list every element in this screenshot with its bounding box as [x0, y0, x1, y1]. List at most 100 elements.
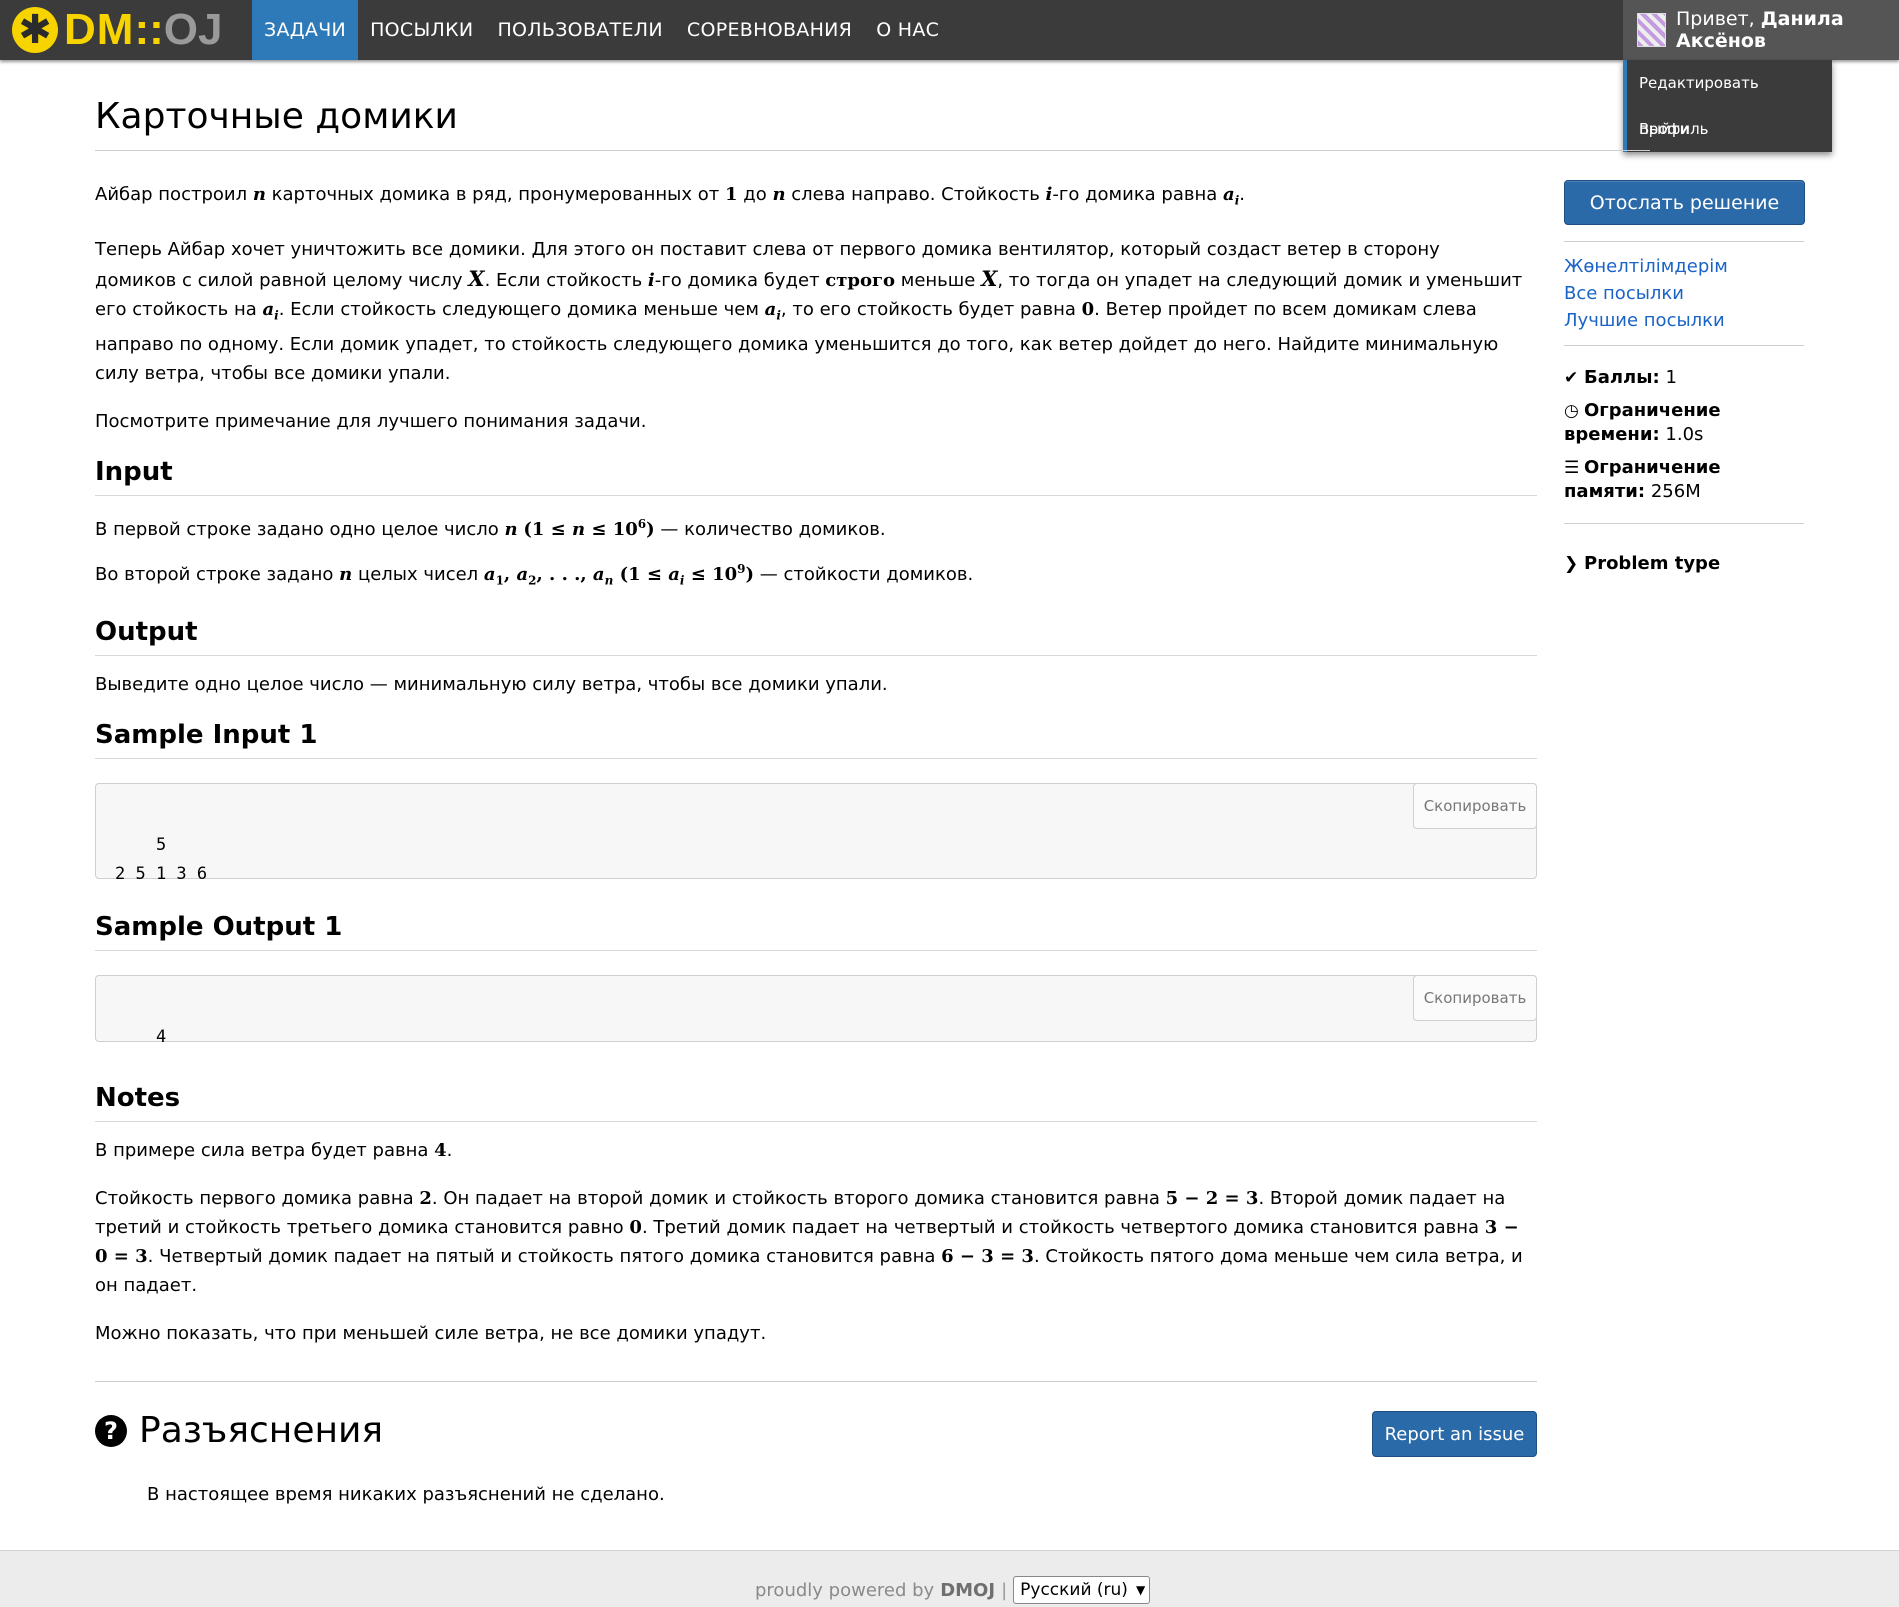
main-nav: ЗАДАЧИ ПОСЫЛКИ ПОЛЬЗОВАТЕЛИ СОРЕВНОВАНИЯ… — [252, 0, 951, 60]
clock-icon: ◷ — [1564, 401, 1579, 421]
text: целых чисел — [352, 564, 484, 586]
math-sub: 2 — [528, 573, 537, 588]
logo-dm: DM — [64, 5, 135, 54]
dmoj-link[interactable]: DMOJ — [940, 1580, 995, 1601]
edit-profile-link[interactable]: Редактировать профиль — [1627, 60, 1832, 138]
sidebar-divider — [1564, 523, 1804, 524]
time-limit-value: 1.0s — [1665, 424, 1704, 445]
statement-paragraph-3: Посмотрите примечание для лучшего понима… — [95, 411, 647, 433]
logout-link[interactable]: Выйти — [1627, 106, 1832, 152]
text: . Если стойкость следующего домика меньш… — [278, 298, 765, 320]
points-label: Баллы: — [1584, 367, 1660, 388]
report-issue-button[interactable]: Report an issue — [1372, 1411, 1537, 1457]
chevron-right-icon: ❯ — [1564, 554, 1579, 574]
math-exponent: 9 — [737, 562, 746, 577]
powered-by-text: proudly powered by — [755, 1579, 935, 1601]
sample-input-heading: Sample Input 1 — [95, 720, 1537, 759]
math-X: X — [981, 265, 998, 291]
text: до — [737, 184, 773, 205]
all-submissions-link[interactable]: Все посылки — [1564, 280, 1804, 307]
math-0: 0 — [1081, 298, 1095, 320]
sample-output-content: 4 — [155, 1026, 167, 1047]
submit-solution-button[interactable]: Отослать решение — [1564, 180, 1805, 225]
user-greeting: Привет, Данила Аксёнов — [1676, 8, 1899, 52]
copy-sample-output-button[interactable]: Скопировать — [1413, 974, 1537, 1021]
logo-oj: OJ — [163, 5, 223, 54]
server-icon: ☰ — [1564, 458, 1580, 478]
user-menu[interactable]: Привет, Данила Аксёнов — [1623, 0, 1899, 60]
text: . Он падает на второй домик и стойкость … — [431, 1187, 1166, 1209]
points-value: 1 — [1665, 367, 1677, 388]
site-logo[interactable]: ✱ DM :: OJ — [12, 5, 223, 54]
copy-sample-input-button[interactable]: Скопировать — [1413, 782, 1537, 829]
problem-type-toggle[interactable]: ❯ Problem type — [1564, 552, 1804, 576]
greeting-prefix: Привет, — [1676, 8, 1761, 30]
input-line-2: Во второй строке задано n целых чисел a1… — [95, 555, 1537, 596]
logo-separator: :: — [134, 5, 164, 54]
notes-heading: Notes — [95, 1083, 1537, 1122]
page-title: Карточные домики — [95, 96, 458, 137]
math-n: n — [504, 519, 518, 541]
nav-about[interactable]: О НАС — [864, 0, 951, 60]
text: карточных домика в ряд, пронумерованных … — [265, 184, 725, 205]
sample-output-box: 4 Скопировать — [95, 974, 1537, 1047]
text: . Если стойкость — [484, 269, 648, 291]
math-value: 4 — [434, 1139, 447, 1161]
check-icon: ✔ — [1564, 368, 1579, 388]
sidebar-links: Жөнелтілімдерім Все посылки Лучшие посыл… — [1564, 253, 1804, 334]
math-a: a — [592, 564, 605, 586]
math-range: (1 ≤ — [523, 519, 573, 541]
problem-sidebar: Отослать решение Жөнелтілімдерім Все пос… — [1564, 180, 1805, 576]
input-line-1: В первой строке задано одно целое число … — [95, 510, 1537, 544]
output-heading: Output — [95, 617, 1537, 656]
sample-output-heading: Sample Output 1 — [95, 912, 1537, 951]
text: -го домика будет — [654, 269, 826, 291]
points-info: ✔ Баллы: 1 — [1564, 366, 1804, 390]
text: В примере сила ветра будет равна — [95, 1139, 435, 1161]
language-select[interactable]: Русский (ru) ▼ — [1013, 1576, 1151, 1604]
clarifications-divider — [95, 1381, 1537, 1382]
text: Стойкость первого домика равна — [95, 1187, 420, 1209]
math-a: a — [1223, 184, 1235, 205]
avatar — [1637, 13, 1666, 47]
text: В первой строке задано одно целое число — [95, 519, 505, 541]
clarifications-heading: ? Разъяснения — [95, 1410, 383, 1451]
math-expression: 5 − 2 = 3 — [1165, 1187, 1259, 1209]
math-value: 2 — [419, 1187, 432, 1209]
nav-problems[interactable]: ЗАДАЧИ — [252, 0, 359, 60]
sidebar-divider — [1564, 241, 1804, 242]
math-n: n — [572, 519, 586, 541]
best-submissions-link[interactable]: Лучшие посылки — [1564, 307, 1804, 334]
math-a: a — [483, 564, 496, 586]
sidebar-divider — [1564, 345, 1804, 346]
sample-input-box: 5 2 5 1 3 6 Скопировать — [95, 782, 1537, 884]
text: -го домика равна — [1052, 184, 1224, 205]
statement-paragraph-1: Айбар построил n карточных домика в ряд,… — [95, 180, 1537, 216]
math-n: n — [339, 564, 353, 586]
output-text: Выведите одно целое число — минимальную … — [95, 673, 888, 695]
notes-paragraph-3: Можно показать, что при меньшей силе вет… — [95, 1322, 767, 1344]
math-comma: , — [503, 564, 517, 586]
memory-limit-value: 256M — [1650, 481, 1701, 502]
math-range: ≤ 10 — [585, 519, 638, 541]
math-sub: 1 — [495, 573, 504, 588]
time-limit-info: ◷ Ограничение времени: 1.0s — [1564, 399, 1804, 447]
math-exponent: 6 — [637, 517, 647, 532]
language-selected: Русский (ru) — [1020, 1580, 1128, 1600]
math-range: (1 ≤ — [613, 564, 669, 586]
math-1: 1 — [725, 184, 738, 205]
text: . Четвертый домик падает на пятый и стой… — [147, 1245, 942, 1267]
notes-paragraph-2: Стойкость первого домика равна 2. Он пад… — [95, 1184, 1525, 1300]
my-submissions-link[interactable]: Жөнелтілімдерім — [1564, 253, 1804, 280]
nav-submissions[interactable]: ПОСЫЛКИ — [358, 0, 485, 60]
text: меньше — [895, 269, 982, 291]
input-heading: Input — [95, 458, 1537, 497]
nav-contests[interactable]: СОРЕВНОВАНИЯ — [675, 0, 864, 60]
math-a: a — [668, 564, 680, 586]
text: — стойкости домиков. — [754, 564, 974, 586]
math-value: 0 — [629, 1216, 642, 1238]
math-a: a — [764, 298, 777, 320]
text: Во второй строке задано — [95, 564, 340, 586]
text: . Третий домик падает на четвертый и сто… — [641, 1216, 1485, 1238]
nav-users[interactable]: ПОЛЬЗОВАТЕЛИ — [485, 0, 674, 60]
